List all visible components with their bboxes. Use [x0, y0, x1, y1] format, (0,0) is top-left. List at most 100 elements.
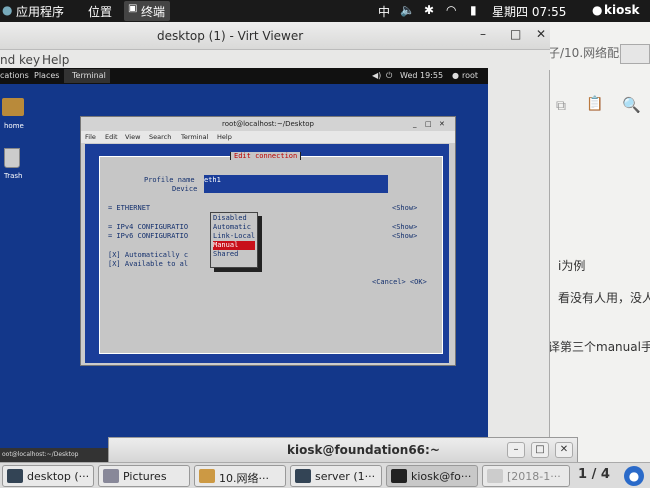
guest-taskbar-item[interactable]: oot@localhost:~/Desktop [0, 448, 108, 462]
profile-name-label: Profile name [144, 176, 195, 184]
search-icon[interactable]: 🔍 [622, 96, 641, 114]
terminal-minimize-button[interactable]: _ [413, 117, 417, 131]
profile-name-input[interactable] [204, 175, 388, 184]
guest-volume-icon[interactable]: ◀) [372, 71, 381, 80]
terminal-menu-edit[interactable]: Edit [105, 133, 118, 141]
taskbar-item-2018[interactable]: [2018-1··· [482, 465, 570, 487]
monitor-icon [7, 469, 23, 483]
battery-icon[interactable]: ▮ [470, 3, 477, 17]
notification-icon[interactable]: ● [624, 466, 644, 486]
option-disabled[interactable]: Disabled [213, 214, 255, 223]
nmtui-screen: Edit connection Profile name eth1 Device… [85, 144, 449, 363]
text-editor-icon [199, 469, 215, 483]
maximize-button[interactable]: □ [510, 27, 521, 41]
available-all-users-checkbox[interactable]: [X] Available to al [108, 260, 188, 268]
option-automatic[interactable]: Automatic [213, 223, 255, 232]
virt-viewer-menubar: nd key Help [0, 50, 550, 70]
edit-connection-dialog: Edit connection Profile name eth1 Device… [99, 152, 443, 354]
trash-icon[interactable] [4, 148, 20, 168]
workspace-pager[interactable]: 1 / 4 [578, 467, 610, 482]
host-top-bar: ● 应用程序 位置 ▣ 终端 中 🔈 ✱ ◠ ▮ 星期四 07:55 ● kio… [0, 0, 650, 22]
terminal-window: root@localhost:~/Desktop _ □ ✕ File Edit… [80, 116, 456, 366]
guest-places-menu[interactable]: Places [34, 71, 59, 80]
paste-icon[interactable]: 📋 [586, 96, 603, 112]
terminal-icon [391, 469, 407, 483]
device-input[interactable] [204, 184, 388, 193]
kiosk-terminal-window[interactable]: kiosk@foundation66:~ – □ ✕ [108, 437, 578, 463]
option-shared[interactable]: Shared [213, 250, 255, 259]
close-button[interactable]: ✕ [536, 27, 546, 41]
minimize-button[interactable]: – [480, 27, 486, 41]
settings-icon[interactable] [620, 44, 650, 64]
input-method-indicator[interactable]: 中 [378, 3, 390, 20]
terminal-menubar: File Edit View Search Terminal Help [81, 131, 455, 143]
user-menu[interactable]: kiosk [604, 3, 639, 17]
taskbar-item-document[interactable]: 10.网络··· [194, 465, 286, 487]
background-document-window: 子/10.网络配置··· ⧉ 📋 🔍 i为例 看没有人用，没人 译第三个manu… [548, 22, 650, 462]
taskbar-item-pictures[interactable]: Pictures [98, 465, 190, 487]
doc-line-1: i为例 [558, 259, 586, 273]
taskbar-item-desktop[interactable]: desktop (··· [2, 465, 94, 487]
cancel-ok-buttons[interactable]: <Cancel> <OK> [372, 278, 427, 286]
ipv6-section: = IPv6 CONFIGURATIO [108, 232, 189, 240]
doc-line-3: 译第三个manual手 [548, 340, 650, 354]
menu-help[interactable]: Help [42, 53, 69, 67]
terminal-maximize-button[interactable]: □ [425, 117, 432, 131]
terminal-menu-view[interactable]: View [125, 133, 140, 141]
ipv4-show-button[interactable]: <Show> [392, 223, 417, 231]
terminal-close-button[interactable]: ✕ [439, 117, 445, 131]
apps-icon[interactable]: ● [2, 3, 12, 17]
guest-applications-menu[interactable]: cations [0, 71, 29, 80]
terminal-titlebar[interactable]: root@localhost:~/Desktop _ □ ✕ [81, 117, 455, 131]
option-link-local[interactable]: Link-Local [213, 232, 255, 241]
ipv4-section: = IPv4 CONFIGURATIO [108, 223, 189, 231]
kiosk-close-button[interactable]: ✕ [555, 442, 573, 458]
terminal-menu-help[interactable]: Help [217, 133, 232, 141]
user-icon: ● [592, 3, 603, 17]
ipv4-method-dropdown: Disabled Automatic Link-Local Manual Sha… [210, 212, 258, 268]
kiosk-minimize-button[interactable]: – [507, 442, 525, 458]
wifi-icon[interactable]: ◠ [446, 3, 456, 17]
places-menu[interactable]: 位置 [88, 3, 112, 20]
ipv6-show-button[interactable]: <Show> [392, 232, 417, 240]
auto-connect-checkbox[interactable]: [X] Automatically c [108, 251, 188, 259]
kiosk-terminal-title: kiosk@foundation66:~ [287, 443, 440, 457]
menu-send-key[interactable]: nd key [0, 53, 40, 67]
guest-user-icon: ● [452, 71, 459, 80]
image-viewer-icon [103, 469, 119, 483]
guest-user-menu[interactable]: root [462, 71, 478, 80]
guest-terminal-label: Terminal [72, 71, 106, 80]
ethernet-section: = ETHERNET [108, 204, 151, 212]
profile-name-value: eth1 [204, 176, 221, 184]
terminal-task-label: 终端 [141, 5, 166, 19]
doc-line-2: 看没有人用，没人 [558, 291, 650, 305]
taskbar-item-kiosk-terminal[interactable]: kiosk@fo··· [386, 465, 478, 487]
kiosk-maximize-button[interactable]: □ [531, 442, 549, 458]
applications-menu[interactable]: 应用程序 [16, 3, 64, 20]
device-label: Device [172, 185, 198, 193]
option-manual[interactable]: Manual [213, 241, 255, 250]
trash-label: Trash [4, 172, 23, 180]
virt-viewer-titlebar[interactable]: desktop (1) - Virt Viewer – □ ✕ [0, 22, 550, 50]
terminal-menu-search[interactable]: Search [149, 133, 171, 141]
taskbar-item-server[interactable]: server (1··· [290, 465, 382, 487]
virt-viewer-window: desktop (1) - Virt Viewer – □ ✕ nd key H… [0, 22, 550, 462]
monitor-icon [295, 469, 311, 483]
terminal-menu-file[interactable]: File [85, 133, 96, 141]
clock[interactable]: 星期四 07:55 [492, 3, 566, 20]
guest-clock[interactable]: Wed 19:55 [400, 71, 443, 80]
window-title: desktop (1) - Virt Viewer [157, 29, 304, 43]
copy-icon[interactable]: ⧉ [556, 98, 566, 114]
guest-power-icon[interactable]: ⏻ [386, 71, 392, 81]
guest-top-bar: cations Places Terminal ◀) ⏻ Wed 19:55 ●… [0, 68, 488, 84]
home-label: home [4, 122, 24, 130]
volume-icon[interactable]: 🔈 [400, 3, 415, 17]
terminal-title: root@localhost:~/Desktop [222, 120, 314, 128]
home-folder-icon[interactable] [2, 98, 24, 116]
terminal-icon: ▣ [128, 3, 138, 14]
dialog-title: Edit connection [230, 152, 302, 160]
ethernet-show-button[interactable]: <Show> [392, 204, 417, 212]
terminal-menu-terminal[interactable]: Terminal [181, 133, 208, 141]
guest-desktop[interactable]: cations Places Terminal ◀) ⏻ Wed 19:55 ●… [0, 68, 488, 462]
bluetooth-icon[interactable]: ✱ [424, 3, 434, 17]
